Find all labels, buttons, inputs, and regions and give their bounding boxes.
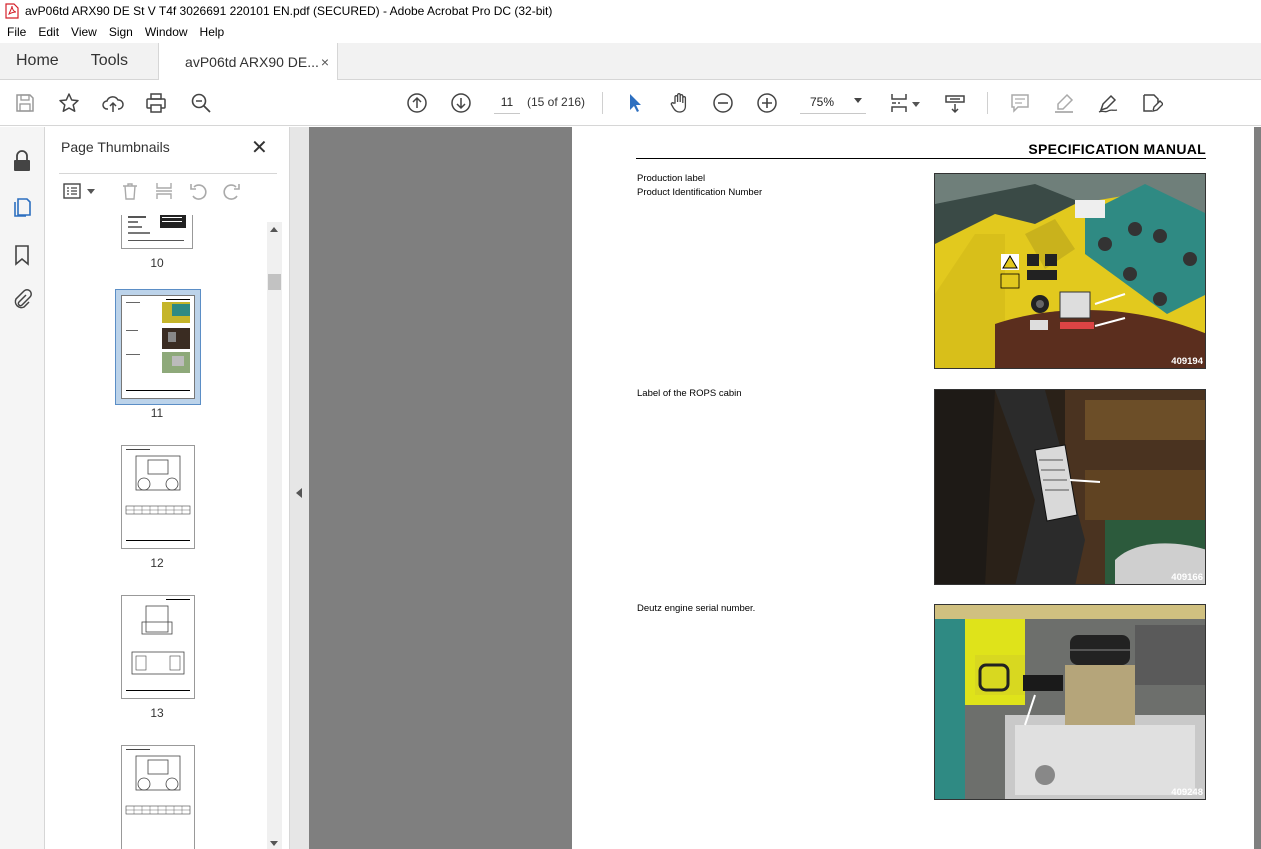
photo-production-label: 409194 bbox=[934, 173, 1206, 369]
bookmark-icon[interactable] bbox=[10, 243, 34, 267]
close-icon[interactable]: ✕ bbox=[251, 135, 268, 160]
zoom-level-value: 75% bbox=[810, 94, 835, 109]
zoom-out-icon[interactable] bbox=[710, 90, 736, 116]
tab-bar: Home Tools avP06td ARX90 DE... × bbox=[0, 43, 1261, 81]
caption-engine-serial: Deutz engine serial number. bbox=[637, 602, 755, 616]
caption-line: Product Identification Number bbox=[637, 187, 763, 198]
title-bar: avP06td ARX90 DE St V T4f 3026691 220101… bbox=[0, 0, 1261, 22]
lock-icon[interactable] bbox=[10, 149, 34, 173]
scroll-down-icon[interactable] bbox=[270, 841, 278, 846]
main-toolbar: 11 (15 of 216) 75% bbox=[0, 80, 1261, 126]
photo-rops-cabin: 409166 bbox=[934, 389, 1206, 585]
rotate-left-icon[interactable] bbox=[187, 180, 209, 202]
chevron-down-icon[interactable] bbox=[912, 102, 920, 107]
menu-file[interactable]: File bbox=[0, 22, 32, 43]
caption-line: Deutz engine serial number. bbox=[637, 603, 756, 614]
highlight-pen-icon[interactable] bbox=[1051, 90, 1077, 116]
pdf-page: SPECIFICATION MANUAL Production label Pr… bbox=[572, 127, 1254, 849]
photo-engine-serial: 409248 bbox=[934, 604, 1206, 800]
prev-page-icon[interactable] bbox=[404, 90, 430, 116]
photo-id: 409194 bbox=[1171, 356, 1203, 367]
document-view[interactable]: SPECIFICATION MANUAL Production label Pr… bbox=[309, 127, 1261, 849]
thumbnail-page-12[interactable] bbox=[121, 445, 195, 549]
toolbar-divider bbox=[987, 92, 988, 114]
thumbnail-list: 10 11 12 13 bbox=[59, 215, 269, 849]
thumbnail-label: 10 bbox=[150, 256, 164, 270]
caption-rops-cabin: Label of the ROPS cabin bbox=[637, 387, 742, 401]
tab-home[interactable]: Home bbox=[0, 43, 75, 79]
thumbnail-label: 12 bbox=[150, 556, 164, 570]
rotate-right-icon[interactable] bbox=[221, 180, 243, 202]
zoom-level-select[interactable]: 75% bbox=[800, 90, 866, 114]
tab-document[interactable]: avP06td ARX90 DE... × bbox=[158, 43, 339, 81]
thumbnail-label: 13 bbox=[150, 706, 164, 720]
options-menu-icon[interactable] bbox=[61, 180, 83, 202]
fill-sign-icon[interactable] bbox=[1139, 90, 1165, 116]
delete-trash-icon[interactable] bbox=[119, 180, 141, 202]
window-title: avP06td ARX90 DE St V T4f 3026691 220101… bbox=[25, 4, 553, 18]
tab-close-icon[interactable]: × bbox=[321, 54, 329, 70]
scrolling-mode-icon[interactable] bbox=[942, 90, 968, 116]
menu-bar: File Edit View Sign Window Help bbox=[0, 22, 1261, 43]
attachment-paperclip-icon[interactable] bbox=[10, 287, 34, 311]
print-icon[interactable] bbox=[143, 90, 169, 116]
page-thumbnails-icon[interactable] bbox=[10, 195, 34, 219]
bookmark-star-icon[interactable] bbox=[56, 90, 82, 116]
search-zoom-icon[interactable] bbox=[188, 90, 214, 116]
upload-cloud-icon[interactable] bbox=[100, 90, 126, 116]
caption-production-label: Production label Product Identification … bbox=[637, 172, 762, 200]
chevron-down-icon[interactable] bbox=[87, 189, 95, 194]
save-icon[interactable] bbox=[12, 90, 38, 116]
panel-toolbar bbox=[59, 173, 277, 207]
insert-pages-icon[interactable] bbox=[153, 180, 175, 202]
scrollbar-thumb[interactable] bbox=[268, 274, 281, 290]
acrobat-pdf-icon bbox=[5, 3, 19, 19]
caption-line: Production label bbox=[637, 173, 706, 184]
page-number-input[interactable]: 11 bbox=[494, 90, 520, 114]
left-rail bbox=[0, 127, 45, 849]
photo-id: 409166 bbox=[1171, 572, 1203, 583]
caption-line: Label of the ROPS cabin bbox=[637, 388, 742, 399]
chevron-down-icon bbox=[854, 98, 862, 103]
document-right-edge bbox=[1254, 127, 1261, 849]
page-count-label: (15 of 216) bbox=[527, 95, 586, 109]
tab-document-label: avP06td ARX90 DE... bbox=[185, 54, 319, 70]
thumbnails-panel: Page Thumbnails ✕ 10 11 12 13 bbox=[45, 127, 290, 849]
tab-tools[interactable]: Tools bbox=[75, 43, 144, 79]
page-display-icon[interactable] bbox=[886, 90, 912, 116]
thumbnail-scrollbar[interactable] bbox=[267, 222, 282, 849]
panel-collapse-strip[interactable] bbox=[290, 127, 309, 849]
sign-pen-icon[interactable] bbox=[1095, 90, 1121, 116]
scroll-up-icon[interactable] bbox=[270, 227, 278, 232]
menu-help[interactable]: Help bbox=[194, 22, 231, 43]
menu-window[interactable]: Window bbox=[139, 22, 194, 43]
zoom-in-icon[interactable] bbox=[754, 90, 780, 116]
thumbnail-label: 11 bbox=[150, 406, 164, 420]
panel-title: Page Thumbnails bbox=[61, 139, 170, 155]
menu-view[interactable]: View bbox=[65, 22, 103, 43]
menu-sign[interactable]: Sign bbox=[103, 22, 139, 43]
comment-icon[interactable] bbox=[1007, 90, 1033, 116]
thumbnail-page-14[interactable] bbox=[121, 745, 195, 849]
menu-edit[interactable]: Edit bbox=[32, 22, 65, 43]
thumbnail-page-10[interactable] bbox=[121, 215, 193, 249]
photo-id: 409248 bbox=[1171, 787, 1203, 798]
thumbnail-page-13[interactable] bbox=[121, 595, 195, 699]
toolbar-divider bbox=[602, 92, 603, 114]
chevron-left-icon[interactable] bbox=[296, 488, 302, 498]
thumbnail-page-11[interactable] bbox=[121, 295, 195, 399]
page-header: SPECIFICATION MANUAL bbox=[636, 141, 1206, 159]
hand-tool-icon[interactable] bbox=[666, 90, 692, 116]
next-page-icon[interactable] bbox=[448, 90, 474, 116]
select-cursor-icon[interactable] bbox=[622, 90, 648, 116]
